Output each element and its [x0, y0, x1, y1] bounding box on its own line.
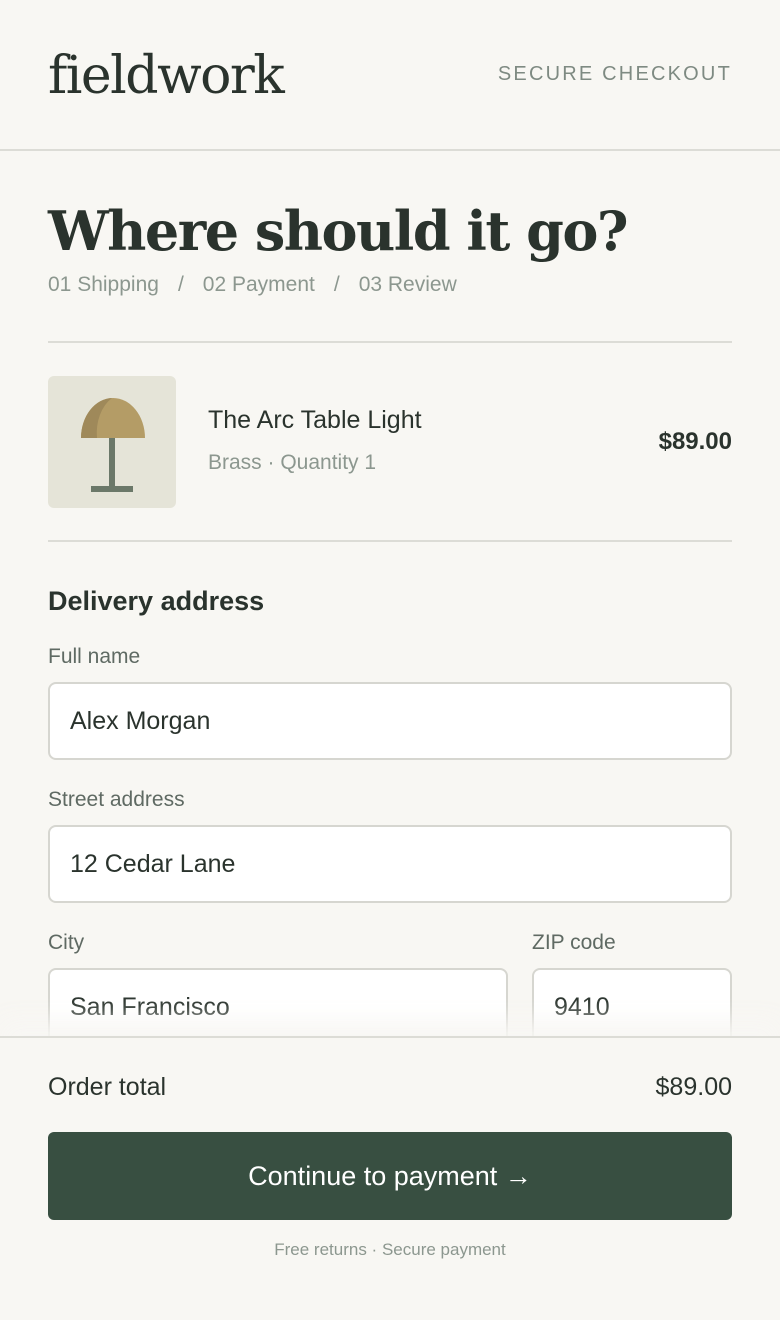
- product-name: The Arc Table Light: [208, 406, 422, 434]
- city-field: City: [48, 931, 508, 1046]
- product-meta: Brass · Quantity 1: [208, 451, 377, 474]
- product-info: The Arc Table Light Brass · Quantity 1: [208, 406, 659, 475]
- zip-field: ZIP code: [532, 931, 732, 1046]
- checkout-page: fieldwork SECURE CHECKOUT Where should i…: [0, 0, 780, 1320]
- brand-logo[interactable]: fieldwork: [48, 46, 285, 106]
- trust-footnote: Free returns · Secure payment: [274, 1240, 506, 1259]
- street-address-label: Street address: [48, 788, 185, 811]
- main-content: Where should it go? 01 Shipping / 02 Pay…: [0, 199, 780, 1046]
- step-separator: /: [333, 273, 340, 296]
- product-summary: The Arc Table Light Brass · Quantity 1 $…: [48, 343, 732, 540]
- secure-checkout-label: SECURE CHECKOUT: [497, 63, 732, 85]
- order-total-label: Order total: [48, 1073, 167, 1101]
- product-price: $89.00: [658, 427, 732, 455]
- header: fieldwork SECURE CHECKOUT: [0, 0, 780, 151]
- order-summary-bar: Order total $89.00 Continue to payment →…: [0, 1036, 780, 1320]
- page-title: Where should it go?: [48, 199, 629, 263]
- full-name-label: Full name: [48, 645, 141, 668]
- divider: [48, 540, 732, 542]
- table-lamp-icon: [81, 397, 145, 492]
- step-shipping[interactable]: 01 Shipping: [48, 273, 159, 297]
- order-total-value: $89.00: [655, 1073, 732, 1101]
- product-thumbnail: [48, 375, 176, 508]
- zip-label: ZIP code: [532, 931, 616, 954]
- step-payment[interactable]: 02 Payment: [203, 273, 315, 297]
- city-input[interactable]: [48, 968, 508, 1046]
- checkout-steps: 01 Shipping / 02 Payment / 03 Review: [48, 273, 732, 297]
- city-zip-row: City ZIP code: [48, 931, 732, 1046]
- delivery-section-title: Delivery address: [48, 586, 265, 616]
- step-separator: /: [177, 273, 184, 296]
- zip-input[interactable]: [532, 968, 732, 1046]
- city-label: City: [48, 931, 85, 954]
- street-address-input[interactable]: [48, 825, 732, 903]
- full-name-input[interactable]: [48, 682, 732, 760]
- step-review[interactable]: 03 Review: [359, 273, 457, 297]
- continue-to-payment-button[interactable]: Continue to payment →: [48, 1132, 732, 1220]
- order-total-row: Order total $89.00: [48, 1073, 732, 1102]
